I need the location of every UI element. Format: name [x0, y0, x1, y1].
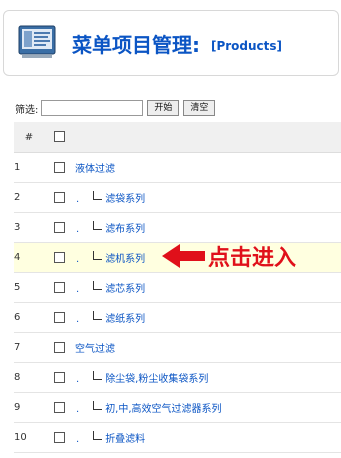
- row-name-cell: . 除尘袋,粉尘收集袋系列: [75, 362, 341, 393]
- row-number: 10: [14, 422, 44, 453]
- row-number: 9: [14, 392, 44, 423]
- menu-item-link[interactable]: 折叠滤料: [105, 434, 145, 445]
- row-select-cell[interactable]: [44, 152, 75, 183]
- row-select-cell[interactable]: [44, 302, 75, 333]
- row-checkbox[interactable]: [54, 161, 65, 173]
- indent-marker: .: [76, 224, 80, 235]
- row-select-cell[interactable]: [44, 272, 75, 303]
- row-name-cell: . 折叠滤料: [75, 422, 341, 453]
- row-checkbox[interactable]: [54, 251, 65, 263]
- row-number: 8: [14, 362, 44, 393]
- menu-item-link[interactable]: 滤纸系列: [105, 314, 145, 325]
- indent-marker: .: [76, 194, 80, 205]
- row-number: 1: [14, 152, 44, 183]
- row-checkbox[interactable]: [54, 401, 65, 413]
- filter-label: 筛选:: [15, 104, 39, 116]
- table-row: 6. 滤纸系列: [14, 302, 341, 333]
- tree-branch-icon: [93, 221, 103, 230]
- row-checkbox[interactable]: [54, 371, 65, 383]
- menu-item-link[interactable]: 滤袋系列: [105, 194, 145, 205]
- row-number: 6: [14, 302, 44, 333]
- menu-item-link[interactable]: 滤布系列: [105, 224, 145, 235]
- select-all-checkbox[interactable]: [54, 131, 65, 143]
- left-arrow-icon: [162, 244, 205, 268]
- menu-manager-icon: [18, 25, 56, 58]
- row-checkbox[interactable]: [54, 431, 65, 443]
- row-number: 5: [14, 272, 44, 303]
- row-select-cell[interactable]: [44, 212, 75, 243]
- row-select-cell[interactable]: [44, 392, 75, 423]
- menu-item-link[interactable]: 除尘袋,粉尘收集袋系列: [105, 374, 208, 385]
- tree-branch-icon: [93, 401, 103, 410]
- indent-marker: .: [76, 374, 80, 385]
- top-margin: [0, 0, 341, 10]
- tree-branch-icon: [93, 311, 103, 320]
- indent-marker: .: [76, 254, 80, 265]
- tree-branch-icon: [93, 251, 103, 260]
- indent-marker: .: [76, 284, 80, 295]
- tree-branch-icon: [93, 431, 103, 440]
- row-checkbox[interactable]: [54, 341, 65, 353]
- row-name-cell: . 初,中,高效空气过滤器系列: [75, 392, 341, 423]
- page-title-text: 菜单项目管理: [72, 33, 192, 57]
- page-header: 菜单项目管理: [Products]: [3, 10, 339, 76]
- row-name-cell: 空气过滤: [75, 332, 341, 363]
- row-number: 3: [14, 212, 44, 243]
- row-name-cell: . 滤芯系列: [75, 272, 341, 303]
- table-row: 10. 折叠滤料: [14, 422, 341, 453]
- row-name-cell: . 滤布系列: [75, 212, 341, 243]
- table-row: 9. 初,中,高效空气过滤器系列: [14, 392, 341, 423]
- page-subtitle: [Products]: [210, 39, 283, 53]
- indent-marker: .: [76, 404, 80, 415]
- row-name-cell: 液体过滤: [75, 152, 341, 183]
- menu-item-link[interactable]: 滤芯系列: [105, 284, 145, 295]
- page-title: 菜单项目管理: [Products]: [72, 29, 282, 58]
- filter-reset-button[interactable]: 清空: [183, 100, 216, 116]
- row-checkbox[interactable]: [54, 191, 65, 203]
- row-select-cell[interactable]: [44, 422, 75, 453]
- row-checkbox[interactable]: [54, 221, 65, 233]
- menu-item-link[interactable]: 空气过滤: [75, 344, 115, 355]
- annotation-text: 点击进入: [208, 246, 297, 271]
- row-checkbox[interactable]: [54, 311, 65, 323]
- tree-branch-icon: [93, 281, 103, 290]
- row-name-cell: . 滤袋系列: [75, 182, 341, 213]
- table-row: 2. 滤袋系列: [14, 182, 341, 213]
- tree-branch-icon: [93, 191, 103, 200]
- indent-marker: .: [76, 434, 80, 445]
- indent-marker: .: [76, 314, 80, 325]
- row-checkbox[interactable]: [54, 281, 65, 293]
- row-select-cell[interactable]: [44, 332, 75, 363]
- table-row: 1 液体过滤: [14, 152, 341, 183]
- row-select-cell[interactable]: [44, 362, 75, 393]
- column-header-number: #: [14, 122, 44, 153]
- menu-item-link[interactable]: 初,中,高效空气过滤器系列: [105, 404, 221, 415]
- column-header-name: [75, 122, 341, 153]
- table-row: 7 空气过滤: [14, 332, 341, 363]
- menu-item-link[interactable]: 滤机系列: [105, 254, 145, 265]
- page-title-colon: :: [192, 33, 200, 57]
- table-row: 5. 滤芯系列: [14, 272, 341, 303]
- table-header-row: #: [14, 122, 341, 153]
- row-number: 4: [14, 242, 44, 273]
- row-name-cell: . 滤纸系列: [75, 302, 341, 333]
- row-select-cell[interactable]: [44, 242, 75, 273]
- menu-item-link[interactable]: 液体过滤: [75, 164, 115, 175]
- row-number: 2: [14, 182, 44, 213]
- filter-input[interactable]: [41, 100, 144, 116]
- table-row: 8. 除尘袋,粉尘收集袋系列: [14, 362, 341, 393]
- column-header-select-all[interactable]: [44, 122, 75, 153]
- filter-go-button[interactable]: 开始: [147, 100, 180, 116]
- filter-bar: 筛选: 开始 清空: [15, 98, 219, 118]
- annotation-callout: 点击进入: [162, 240, 296, 272]
- row-number: 7: [14, 332, 44, 363]
- table-row: 3. 滤布系列: [14, 212, 341, 243]
- tree-branch-icon: [93, 371, 103, 380]
- menu-items-table: # 1 液体过滤 2. 滤袋系列 3. 滤布系列 4. 滤机系列 5. 滤芯系列 6. 滤纸系列 7 空气…: [14, 122, 341, 453]
- row-select-cell[interactable]: [44, 182, 75, 213]
